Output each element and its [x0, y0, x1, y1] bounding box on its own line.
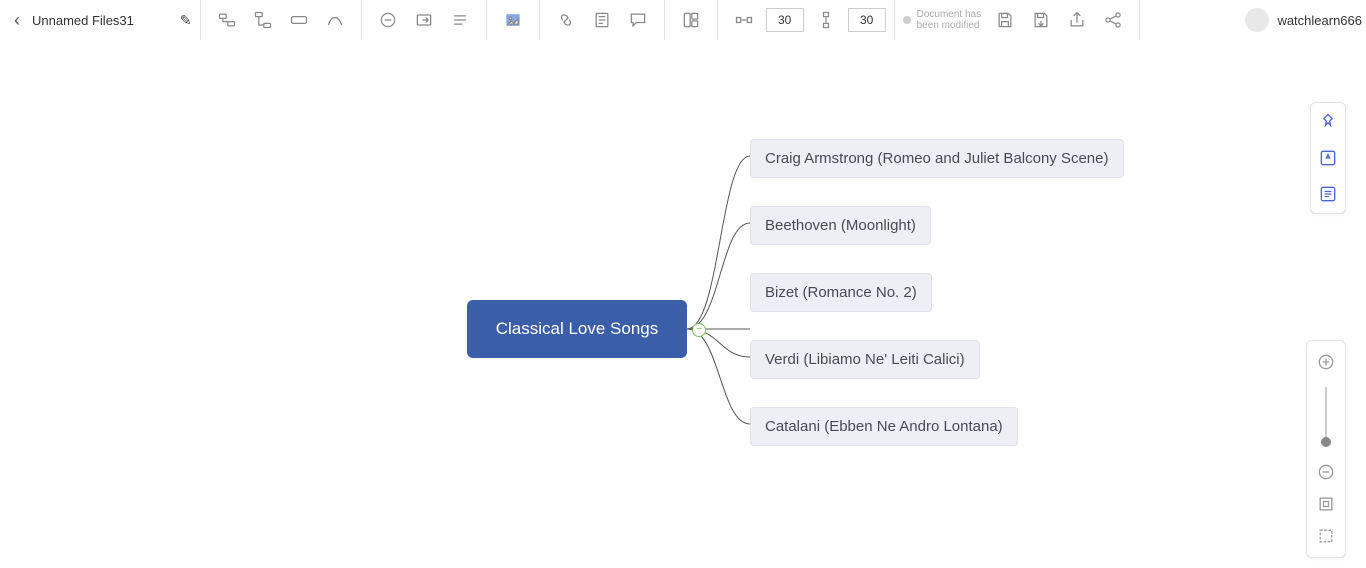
- edit-filename-icon[interactable]: ✎: [180, 12, 192, 29]
- layout-icon[interactable]: [679, 8, 703, 32]
- side-panel-zoom: [1306, 340, 1346, 558]
- child-label: Bizet (Romance No. 2): [765, 284, 917, 301]
- connector-icon[interactable]: [323, 8, 347, 32]
- status-line2: been modified: [917, 20, 987, 31]
- attach-tools: [540, 0, 665, 40]
- insert-child-icon[interactable]: [251, 8, 275, 32]
- child-node-1[interactable]: Beethoven (Moonlight): [750, 206, 931, 245]
- toolbar: ‹ Unnamed Files31 ✎ Document has been mo…: [0, 0, 1366, 41]
- comment-icon[interactable]: [626, 8, 650, 32]
- side-panel-tools: [1310, 102, 1346, 214]
- avatar[interactable]: [1245, 8, 1269, 32]
- share-icon[interactable]: [1101, 8, 1125, 32]
- zoom-in-icon[interactable]: [1315, 351, 1337, 373]
- v-spacing-icon: [814, 8, 838, 32]
- export-icon[interactable]: [1065, 8, 1089, 32]
- box-icon[interactable]: [287, 8, 311, 32]
- insert-sibling-icon[interactable]: [215, 8, 239, 32]
- annotation-tools: [362, 0, 487, 40]
- status-section: Document has been modified: [895, 0, 1140, 40]
- structure-tools: [201, 0, 362, 40]
- box-arrow-icon[interactable]: [412, 8, 436, 32]
- pin-icon[interactable]: [1317, 111, 1339, 133]
- h-spacing-icon: [732, 8, 756, 32]
- root-label: Classical Love Songs: [496, 319, 659, 339]
- fit-icon[interactable]: [1315, 493, 1337, 515]
- style-icon[interactable]: [1317, 147, 1339, 169]
- fullscreen-icon[interactable]: [1315, 525, 1337, 547]
- file-section: ‹ Unnamed Files31 ✎: [0, 0, 201, 40]
- child-node-2[interactable]: Bizet (Romance No. 2): [750, 273, 932, 312]
- image-icon[interactable]: [501, 8, 525, 32]
- child-node-4[interactable]: Catalani (Ebben Ne Andro Lontana): [750, 407, 1018, 446]
- child-node-0[interactable]: Craig Armstrong (Romeo and Juliet Balcon…: [750, 139, 1124, 178]
- expand-icon[interactable]: −: [692, 323, 706, 337]
- image-tool: [487, 0, 540, 40]
- save-as-icon[interactable]: [1029, 8, 1053, 32]
- status-text: Document has been modified: [917, 9, 987, 31]
- root-node[interactable]: Classical Love Songs: [467, 300, 687, 358]
- status-line1: Document has: [917, 9, 987, 20]
- layout-tool: [665, 0, 718, 40]
- note-icon[interactable]: [590, 8, 614, 32]
- zoom-slider[interactable]: [1325, 387, 1327, 447]
- child-label: Craig Armstrong (Romeo and Juliet Balcon…: [765, 150, 1109, 167]
- back-icon[interactable]: ‹: [8, 10, 26, 31]
- username[interactable]: watchlearn666: [1277, 13, 1366, 28]
- spacing-tools: [718, 0, 895, 40]
- mindmap-canvas[interactable]: Classical Love Songs − Craig Armstrong (…: [0, 40, 1366, 568]
- h-spacing-input[interactable]: [766, 8, 804, 32]
- status-dot-icon: [903, 16, 911, 24]
- child-label: Verdi (Libiamo Ne' Leiti Calici): [765, 351, 965, 368]
- zoom-out-icon[interactable]: [1315, 461, 1337, 483]
- link-icon[interactable]: [554, 8, 578, 32]
- circle-minus-icon[interactable]: [376, 8, 400, 32]
- list-icon[interactable]: [448, 8, 472, 32]
- zoom-thumb[interactable]: [1321, 437, 1331, 447]
- child-label: Catalani (Ebben Ne Andro Lontana): [765, 418, 1003, 435]
- child-node-3[interactable]: Verdi (Libiamo Ne' Leiti Calici): [750, 340, 980, 379]
- child-label: Beethoven (Moonlight): [765, 217, 916, 234]
- filename[interactable]: Unnamed Files31: [26, 13, 140, 28]
- v-spacing-input[interactable]: [848, 8, 886, 32]
- user-section: watchlearn666: [1237, 0, 1366, 40]
- save-icon[interactable]: [993, 8, 1017, 32]
- outline-icon[interactable]: [1317, 183, 1339, 205]
